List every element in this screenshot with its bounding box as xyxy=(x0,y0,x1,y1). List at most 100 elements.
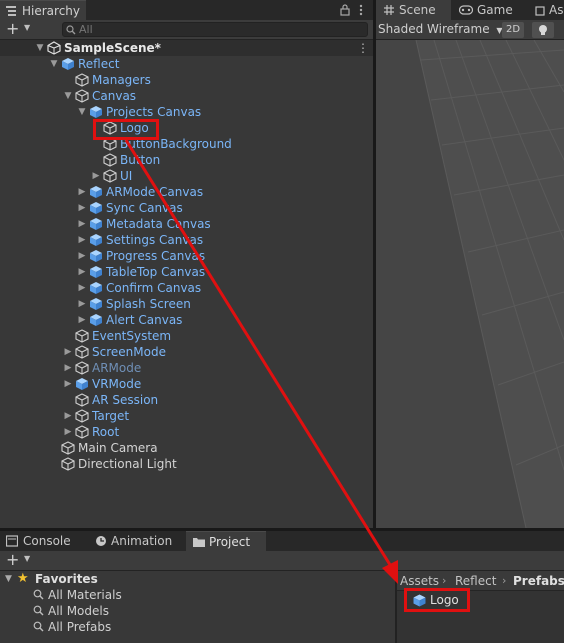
tab-console[interactable]: Console xyxy=(0,531,88,551)
tab-project[interactable]: Project xyxy=(186,531,266,551)
gameobject-outline-icon xyxy=(75,89,89,103)
tab-menu-kebab-icon[interactable] xyxy=(358,4,364,16)
hierarchy-row[interactable]: ▼ Reflect xyxy=(0,56,373,72)
hierarchy-row[interactable]: ▶ UI xyxy=(0,168,373,184)
expand-arrow-down-icon[interactable]: ▼ xyxy=(49,58,59,70)
hierarchy-row[interactable]: ▶ Alert Canvas xyxy=(0,312,373,328)
expand-arrow-right-icon[interactable]: ▶ xyxy=(91,170,101,182)
hierarchy-row[interactable]: AR Session xyxy=(0,392,373,408)
prefab-cube-icon xyxy=(90,202,102,214)
expand-arrow-right-icon[interactable]: ▶ xyxy=(77,250,87,262)
lighting-toggle-button[interactable] xyxy=(532,22,554,38)
expand-arrow-right-icon[interactable]: ▶ xyxy=(77,282,87,294)
expand-arrow-right-icon[interactable]: ▶ xyxy=(77,218,87,230)
breadcrumb-reflect[interactable]: Reflect xyxy=(455,574,496,588)
hierarchy-row[interactable]: ▶ Settings Canvas xyxy=(0,232,373,248)
gameobject-outline-icon xyxy=(75,73,89,87)
tab-scene[interactable]: Scene xyxy=(376,0,451,20)
expand-arrow-right-icon[interactable]: ▶ xyxy=(77,298,87,310)
tab-animation-label: Animation xyxy=(111,534,173,548)
tab-asset-store[interactable]: Ass xyxy=(533,0,564,20)
logo-asset-highlight-box xyxy=(404,588,470,612)
hierarchy-row-label: Canvas xyxy=(92,89,137,103)
bottom-tab-bar: Console Animation Project xyxy=(0,531,564,551)
expand-arrow-right-icon[interactable]: ▶ xyxy=(63,426,73,438)
hierarchy-row[interactable]: ▶ VRMode xyxy=(0,376,373,392)
expand-arrow-right-icon[interactable]: ▶ xyxy=(77,186,87,198)
hierarchy-row[interactable]: Logo xyxy=(0,120,373,136)
toggle-2d-button[interactable]: 2D xyxy=(502,22,524,38)
hierarchy-row[interactable]: Managers xyxy=(0,72,373,88)
expand-arrow-right-icon[interactable]: ▶ xyxy=(77,234,87,246)
scene-menu-kebab-icon[interactable]: ⋮ xyxy=(357,41,369,55)
hierarchy-row[interactable]: ▼ Canvas xyxy=(0,88,373,104)
hierarchy-search-box[interactable] xyxy=(62,22,368,37)
gameobject-outline-icon xyxy=(75,425,89,439)
tab-game[interactable]: Game xyxy=(454,0,530,20)
hierarchy-row[interactable]: ▼ Projects Canvas xyxy=(0,104,373,120)
shading-mode-dropdown[interactable]: Shaded Wireframe ▼ xyxy=(378,22,503,38)
hierarchy-row-label: Reflect xyxy=(78,57,120,71)
light-bulb-icon xyxy=(539,25,547,35)
hierarchy-row[interactable]: ▶ TableTop Canvas xyxy=(0,264,373,280)
scene-header-row[interactable]: ▼ SampleScene* ⋮ xyxy=(0,40,373,56)
breadcrumb-prefabs[interactable]: Prefabs xyxy=(513,574,564,588)
breadcrumb-assets[interactable]: Assets xyxy=(400,574,439,588)
hierarchy-row-label: Main Camera xyxy=(78,441,158,455)
hierarchy-row-label: SampleScene* xyxy=(64,41,161,55)
prefab-cube-icon xyxy=(90,314,102,326)
hierarchy-row[interactable]: ▶ ARMode Canvas xyxy=(0,184,373,200)
lock-icon[interactable] xyxy=(340,4,350,16)
expand-arrow-right-icon[interactable]: ▶ xyxy=(77,202,87,214)
hierarchy-row[interactable]: Directional Light xyxy=(0,456,373,472)
create-dropdown-button[interactable]: + ▼ xyxy=(4,19,34,38)
hierarchy-row-label: Target xyxy=(92,409,130,423)
scene-tab-bar: Scene Game Ass xyxy=(376,0,564,20)
hierarchy-row[interactable]: Button xyxy=(0,152,373,168)
hierarchy-row-label: UI xyxy=(120,169,133,183)
hierarchy-row-label: Projects Canvas xyxy=(106,105,202,119)
project-create-button[interactable]: + ▼ xyxy=(4,550,34,569)
hierarchy-row[interactable]: ▶ Confirm Canvas xyxy=(0,280,373,296)
hierarchy-row-label: Metadata Canvas xyxy=(106,217,211,231)
hierarchy-row[interactable]: ▶ ScreenMode xyxy=(0,344,373,360)
hierarchy-row[interactable]: ▶ Root xyxy=(0,424,373,440)
hierarchy-row-label: Directional Light xyxy=(78,457,177,471)
hierarchy-row[interactable]: ▶ Target xyxy=(0,408,373,424)
expand-arrow-down-icon[interactable]: ▼ xyxy=(77,106,87,118)
favorite-all-prefabs[interactable]: All Prefabs xyxy=(48,620,111,634)
expand-arrow-right-icon[interactable]: ▶ xyxy=(63,346,73,358)
hierarchy-row[interactable]: ▶ ARMode xyxy=(0,360,373,376)
search-input[interactable] xyxy=(79,23,359,36)
logo-row-highlight-box xyxy=(93,119,159,140)
hierarchy-row[interactable]: ▶ Metadata Canvas xyxy=(0,216,373,232)
favorite-all-models[interactable]: All Models xyxy=(48,604,109,618)
tab-hierarchy[interactable]: Hierarchy xyxy=(0,0,86,20)
hierarchy-row[interactable]: ▶ Splash Screen xyxy=(0,296,373,312)
expand-arrow-right-icon[interactable]: ▶ xyxy=(77,266,87,278)
prefab-cube-icon xyxy=(90,298,102,310)
expand-arrow-right-icon[interactable]: ▶ xyxy=(63,378,73,390)
expand-arrow-down-icon[interactable]: ▼ xyxy=(35,42,45,54)
hierarchy-row[interactable]: Main Camera xyxy=(0,440,373,456)
search-icon xyxy=(33,589,44,600)
scene-grid-viewport[interactable] xyxy=(376,40,564,528)
hierarchy-row[interactable]: EventSystem xyxy=(0,328,373,344)
tab-animation[interactable]: Animation xyxy=(90,531,183,551)
favorites-expand-arrow-icon[interactable]: ▼ xyxy=(5,574,12,584)
expand-arrow-right-icon[interactable]: ▶ xyxy=(77,314,87,326)
hierarchy-row[interactable]: ButtonBackground xyxy=(0,136,373,152)
expand-arrow-right-icon[interactable]: ▶ xyxy=(63,362,73,374)
hierarchy-row[interactable]: ▶ Progress Canvas xyxy=(0,248,373,264)
expand-arrow-right-icon[interactable]: ▶ xyxy=(63,410,73,422)
favorite-all-materials[interactable]: All Materials xyxy=(48,588,122,602)
expand-arrow-down-icon[interactable]: ▼ xyxy=(63,90,73,102)
project-toolbar: + ▼ xyxy=(0,550,564,571)
gamepad-icon xyxy=(459,5,473,15)
hierarchy-tab-label: Hierarchy xyxy=(22,4,81,18)
hierarchy-tab-bar: Hierarchy xyxy=(0,0,373,20)
hierarchy-list-icon xyxy=(6,6,16,16)
favorites-header[interactable]: Favorites xyxy=(35,572,98,586)
gameobject-outline-icon xyxy=(75,329,89,343)
hierarchy-row[interactable]: ▶ Sync Canvas xyxy=(0,200,373,216)
